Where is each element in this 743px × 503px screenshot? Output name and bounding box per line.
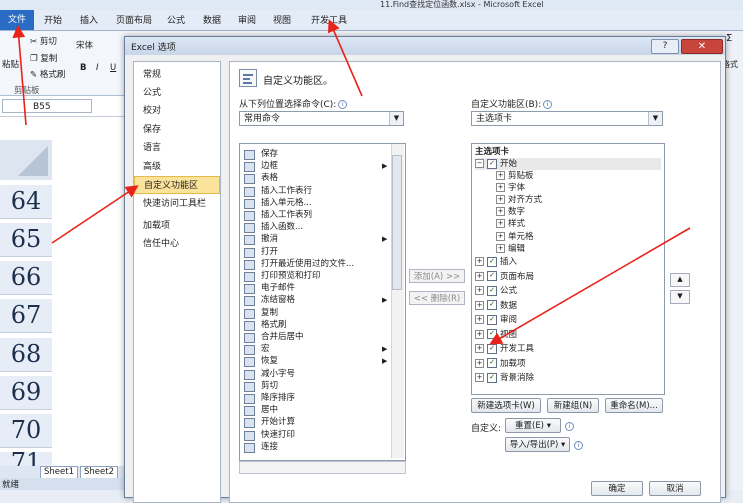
arrow-to-file-tab [12, 24, 27, 126]
arrow-to-customize-ribbon [51, 185, 139, 244]
arrow-to-developer-tab [327, 19, 363, 97]
annotation-arrows [12, 19, 691, 345]
arrow-to-developer-checkbox [489, 227, 691, 345]
